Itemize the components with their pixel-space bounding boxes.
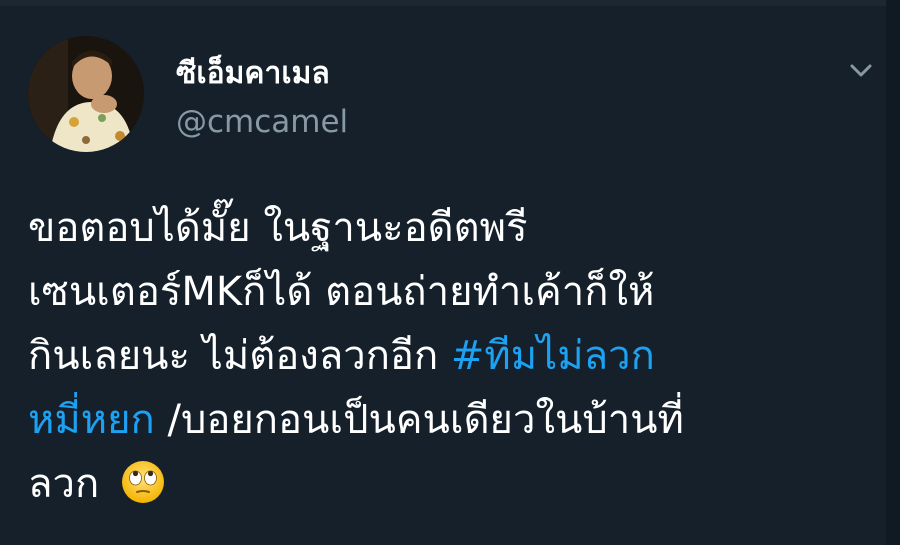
- tweet-text-line: ลวก: [28, 452, 868, 516]
- tweet-card[interactable]: ซีเอ็มคาเมล @cmcamel ขอตอบได้มั๊ย ในฐานะ…: [0, 6, 886, 545]
- hashtag-link[interactable]: #ทีมไม่ลวก: [451, 333, 655, 379]
- chevron-down-icon[interactable]: [846, 60, 876, 82]
- hashtag-link-continued[interactable]: หมี่หยก: [28, 397, 155, 443]
- display-name[interactable]: ซีเอ็มคาเมล: [176, 50, 330, 97]
- tweet-text-line: กินเลยนะ ไม่ต้องลวกอีก #ทีมไม่ลวก: [28, 333, 655, 379]
- user-handle[interactable]: @cmcamel: [176, 104, 348, 140]
- tweet-text: ขอตอบได้มั๊ย ในฐานะอดีตพรี เซนเตอร์MKก็ไ…: [28, 196, 868, 516]
- tweet-text-line: เซนเตอร์MKก็ได้ ตอนถ่ายทำเค้าก็ให้: [28, 269, 655, 315]
- avatar[interactable]: [28, 36, 144, 152]
- tweet-text-line: ขอตอบได้มั๊ย ในฐานะอดีตพรี: [28, 205, 528, 251]
- avatar-photo: [28, 36, 144, 152]
- face-with-rolling-eyes-emoji: [120, 459, 166, 505]
- right-edge: [886, 0, 900, 545]
- tweet-text-line: หมี่หยก /บอยกอนเป็นคนเดียวในบ้านที่: [28, 397, 684, 443]
